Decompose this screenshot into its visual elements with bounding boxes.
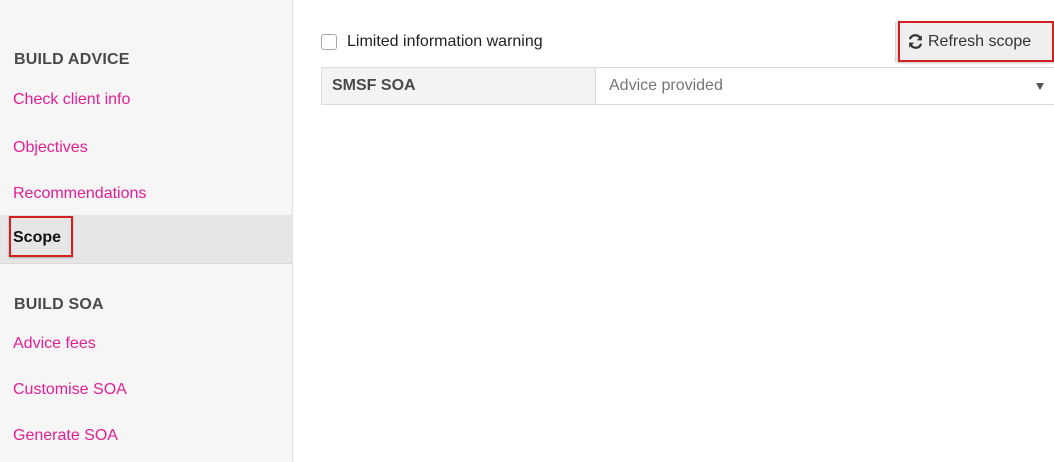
sidebar-item-generate-soa[interactable]: Generate SOA	[13, 427, 118, 445]
scope-row: SMSF SOA Advice provided	[321, 67, 1054, 105]
build-advice-heading: BUILD ADVICE	[14, 51, 130, 68]
advice-provided-select[interactable]: Advice provided	[596, 68, 1054, 104]
sidebar-item-objectives[interactable]: Objectives	[13, 139, 88, 157]
sidebar-item-recommendations[interactable]: Recommendations	[13, 185, 146, 203]
refresh-scope-button[interactable]: Refresh scope	[898, 21, 1054, 62]
checkbox-label: Limited information warning	[347, 33, 543, 50]
select-value: Advice provided	[609, 77, 723, 94]
refresh-icon	[907, 33, 924, 50]
sidebar-item-scope[interactable]: Scope	[9, 216, 73, 257]
sidebar-item-customise-soa[interactable]: Customise SOA	[13, 381, 127, 399]
scope-row-label: SMSF SOA	[322, 68, 596, 104]
refresh-scope-label: Refresh scope	[928, 32, 1032, 50]
checkbox-box[interactable]	[321, 34, 337, 50]
sidebar: BUILD ADVICE Check client info Objective…	[0, 0, 293, 462]
caret-down-icon[interactable]	[1036, 83, 1044, 90]
build-soa-heading: BUILD SOA	[14, 296, 104, 313]
sidebar-item-check-client-info[interactable]: Check client info	[13, 91, 130, 109]
limited-information-warning-checkbox[interactable]: Limited information warning	[321, 30, 543, 54]
sidebar-item-advice-fees[interactable]: Advice fees	[13, 335, 96, 353]
